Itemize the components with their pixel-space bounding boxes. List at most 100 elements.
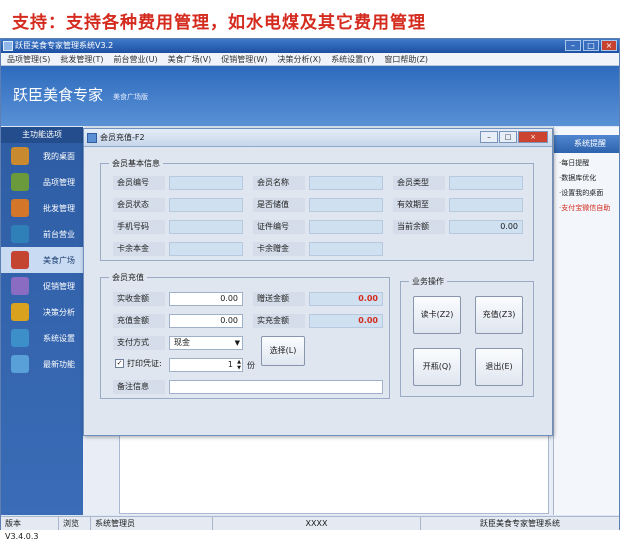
label-current-balance: 当前余额 [393,220,445,234]
reminder-db-optimize[interactable]: ·数据库优化 [554,173,619,183]
current-balance-field: 0.00 [449,220,523,234]
recharge-legend: 会员充值 [109,272,147,283]
sidebar: 主功能选项 我的桌面 品项管理 批发管理 前台营业 美食广场 促销管理 决策分析 [1,127,83,515]
sidebar-item-frontdesk[interactable]: 前台营业 [1,221,83,247]
reminder-daily[interactable]: ·每日提醒 [554,158,619,168]
menu-item-wholesale[interactable]: 批发管理(T) [60,53,103,65]
sidebar-item-label: 决策分析 [43,307,75,317]
cash-register-icon [11,225,29,243]
food-tray-icon [11,251,29,269]
window-titlebar: 跃臣美食专家管理系统V3.2 – □ × [1,39,619,53]
label-card-principal: 卡余本金 [113,242,165,256]
label-member-status: 会员状态 [113,198,165,212]
window-title: 跃臣美食专家管理系统V3.2 [15,41,114,50]
label-gift-amount: 赠送金额 [253,292,305,306]
recharge-amount-input[interactable]: 0.00 [169,314,243,328]
menu-item-items[interactable]: 品项管理(S) [7,53,50,65]
member-status-field [169,198,243,212]
menu-item-settings[interactable]: 系统设置(Y) [331,53,374,65]
sidebar-item-label: 批发管理 [43,203,75,213]
dialog-titlebar: 会员充值-F2 – □ × [84,129,552,147]
sidebar-item-new-features[interactable]: 最新功能 [1,351,83,377]
pay-method-value: 现金 [174,338,190,347]
app-icon [3,41,13,51]
phone-field [169,220,243,234]
stored-value-field [309,198,383,212]
sidebar-item-label: 系统设置 [43,333,75,343]
sidebar-title: 主功能选项 [1,127,83,143]
reminder-payment-selfservice[interactable]: ·支付宝微信自助 [554,203,619,213]
brand-title: 跃臣美食专家 [13,86,104,104]
gift-amount-field: 0.00 [309,292,383,306]
menu-item-frontdesk[interactable]: 前台营业(U) [113,53,157,65]
chevron-down-icon: ▼ [234,339,240,347]
bar-chart-icon [11,303,29,321]
dialog-maximize-button[interactable]: □ [499,131,517,143]
copies-stepper[interactable]: 1 ▲ ▼ [169,358,243,372]
computer-settings-icon [11,329,29,347]
choose-button[interactable]: 选择(L) [261,336,305,366]
status-store: XXXX [213,517,421,530]
sidebar-item-label: 最新功能 [43,359,75,369]
card-gift-field [309,242,383,256]
sidebar-item-settings[interactable]: 系统设置 [1,325,83,351]
brand-subtitle: 美食广场版 [113,93,148,101]
sidebar-item-analysis[interactable]: 决策分析 [1,299,83,325]
dialog-title: 会员充值-F2 [100,133,145,142]
member-id-field [169,176,243,190]
sidebar-item-desktop[interactable]: 我的桌面 [1,143,83,169]
recharge-button[interactable]: 充值(Z3) [475,296,523,334]
menu-item-promotion[interactable]: 促销管理(W) [221,53,267,65]
received-amount-input[interactable]: 0.00 [169,292,243,306]
document-add-icon [11,173,29,191]
copies-value: 1 [227,360,233,369]
open-drawer-button[interactable]: 开瓶(Q) [413,348,461,386]
reminder-desktop-settings[interactable]: ·设置我的桌面 [554,188,619,198]
note-input[interactable] [169,380,383,394]
status-mode: 浏览 [59,517,91,530]
reminder-title: 系统提醒 [554,135,619,153]
statusbar: 版本 V3.4.0.3 浏览 系统管理员 XXXX 跃臣美食专家管理系统 [1,516,619,541]
app-header: 跃臣美食专家 美食广场版 [1,66,619,126]
sidebar-item-foodcourt[interactable]: 美食广场 [1,247,83,273]
menu-item-window-help[interactable]: 窗口帮助(Z) [384,53,428,65]
status-user: 系统管理员 [91,517,213,530]
label-pay-method: 支付方式 [113,336,165,350]
print-voucher-checkbox[interactable]: ✓ 打印凭证: [115,358,162,369]
id-number-field [309,220,383,234]
basic-info-legend: 会员基本信息 [109,158,163,169]
sidebar-item-label: 品项管理 [43,177,75,187]
sidebar-item-label: 前台营业 [43,229,75,239]
label-card-gift: 卡余赠金 [253,242,305,256]
label-note: 备注信息 [113,380,165,394]
exit-button[interactable]: 退出(E) [475,348,523,386]
stepper-arrows-icon[interactable]: ▲ ▼ [237,359,241,371]
home-icon [11,147,29,165]
status-system-name: 跃臣美食专家管理系统 [480,519,560,528]
label-id-number: 证件编号 [253,220,305,234]
label-received-amount: 实收金额 [113,292,165,306]
copies-unit: 份 [247,361,255,370]
pay-method-select[interactable]: 现金 ▼ [169,336,243,350]
read-card-button[interactable]: 读卡(Z2) [413,296,461,334]
dialog-minimize-button[interactable]: – [480,131,498,143]
reminder-panel: 系统提醒 ·每日提醒 ·数据库优化 ·设置我的桌面 ·支付宝微信自助 [553,127,619,515]
sidebar-item-promotion[interactable]: 促销管理 [1,273,83,299]
label-expiry-date: 有效期至 [393,198,445,212]
promo-banner: 支持：支持各种费用管理，如水电煤及其它费用管理 [12,13,426,33]
dialog-close-button[interactable]: × [518,131,548,143]
menu-item-analysis[interactable]: 决策分析(X) [277,53,321,65]
actual-amount-field: 0.00 [309,314,383,328]
check-icon: ✓ [115,359,124,368]
menu-item-foodcourt[interactable]: 美食广场(V) [168,53,212,65]
close-button[interactable]: × [601,40,617,51]
operations-group: 业务操作 读卡(Z2) 充值(Z3) 开瓶(Q) 退出(E) [400,276,534,397]
truck-icon [11,199,29,217]
minimize-button[interactable]: – [565,40,581,51]
maximize-button[interactable]: □ [583,40,599,51]
sidebar-item-items[interactable]: 品项管理 [1,169,83,195]
chart-line-icon [11,277,29,295]
card-principal-field [169,242,243,256]
status-version: 版本 V3.4.0.3 [1,517,59,541]
sidebar-item-wholesale[interactable]: 批发管理 [1,195,83,221]
